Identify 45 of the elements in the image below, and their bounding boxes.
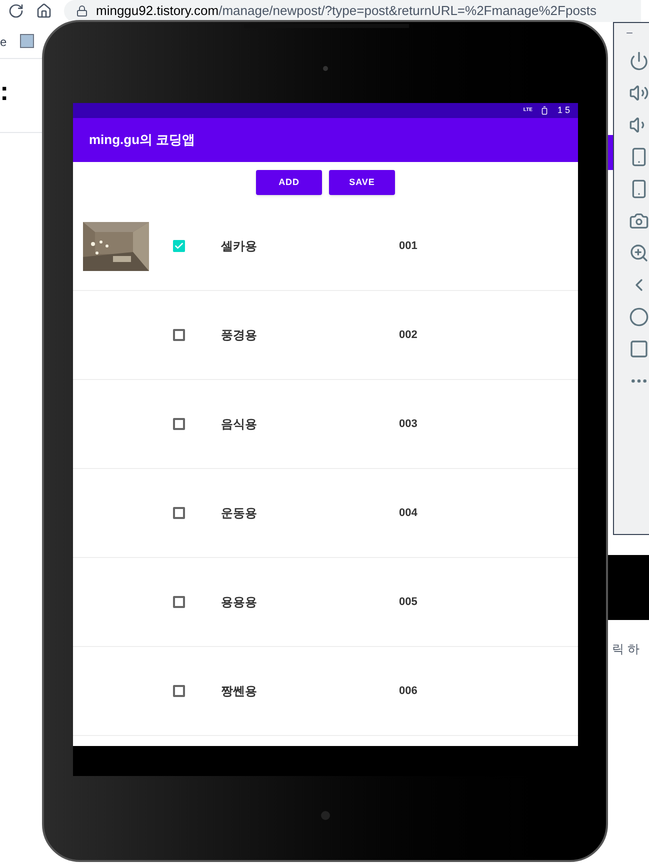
checkbox[interactable] (173, 240, 185, 252)
item-name: 셀카용 (221, 238, 258, 255)
url-text: minggu92.tistory.com/manage/newpost/?type=post&returnURL=%2Fmanage%2Fposts (96, 2, 597, 20)
lock-icon (76, 5, 88, 17)
page-text: 릭 하 (612, 641, 640, 658)
checkbox[interactable] (173, 507, 185, 519)
item-name: 용용용 (221, 594, 258, 611)
checkbox[interactable] (173, 596, 185, 608)
list-row[interactable]: 운동용 004 (73, 469, 578, 558)
power-icon[interactable] (629, 51, 649, 71)
reload-icon[interactable] (8, 3, 24, 19)
home-icon[interactable] (36, 3, 52, 19)
item-name: 풍경용 (221, 327, 258, 344)
status-time: 1 5 (557, 104, 570, 117)
home-icon[interactable] (629, 307, 649, 327)
save-button[interactable]: SAVE (329, 170, 395, 195)
list-row[interactable]: 용용용 005 (73, 558, 578, 647)
page-mark: : (0, 78, 9, 104)
address-bar[interactable]: minggu92.tistory.com/manage/newpost/?type=post&returnURL=%2Fmanage%2Fposts (64, 0, 641, 22)
item-code: 005 (399, 594, 418, 610)
item-name: 짱쎈용 (221, 683, 258, 700)
item-code: 006 (399, 684, 418, 699)
checkbox[interactable] (173, 685, 185, 697)
item-name: 음식용 (221, 416, 258, 433)
list-row[interactable]: 셀카용 001 (73, 202, 578, 291)
minimize-button[interactable]: − (626, 27, 634, 39)
checkbox[interactable] (173, 329, 185, 341)
add-button[interactable]: ADD (256, 170, 322, 195)
bookmark-icon[interactable] (20, 34, 34, 48)
item-code: 001 (399, 238, 418, 254)
bookmark-label[interactable]: e (0, 33, 7, 51)
item-code: 002 (399, 328, 418, 343)
zoom-icon[interactable] (629, 243, 649, 263)
overview-icon[interactable] (629, 339, 649, 359)
checkbox[interactable] (173, 418, 185, 430)
volume-up-icon[interactable] (629, 83, 649, 103)
item-code: 003 (399, 416, 418, 432)
list-row[interactable]: 풍경용 002 (73, 291, 578, 380)
app-title: ming.gu의 코딩앱 (89, 131, 196, 150)
list-row[interactable]: 음식용 003 (73, 380, 578, 469)
list-row[interactable]: 짱쎈용 006 (73, 647, 578, 736)
item-name: 운동용 (221, 505, 258, 522)
camera-icon[interactable] (629, 211, 649, 231)
item-code: 004 (399, 506, 418, 521)
battery-icon (540, 106, 550, 115)
